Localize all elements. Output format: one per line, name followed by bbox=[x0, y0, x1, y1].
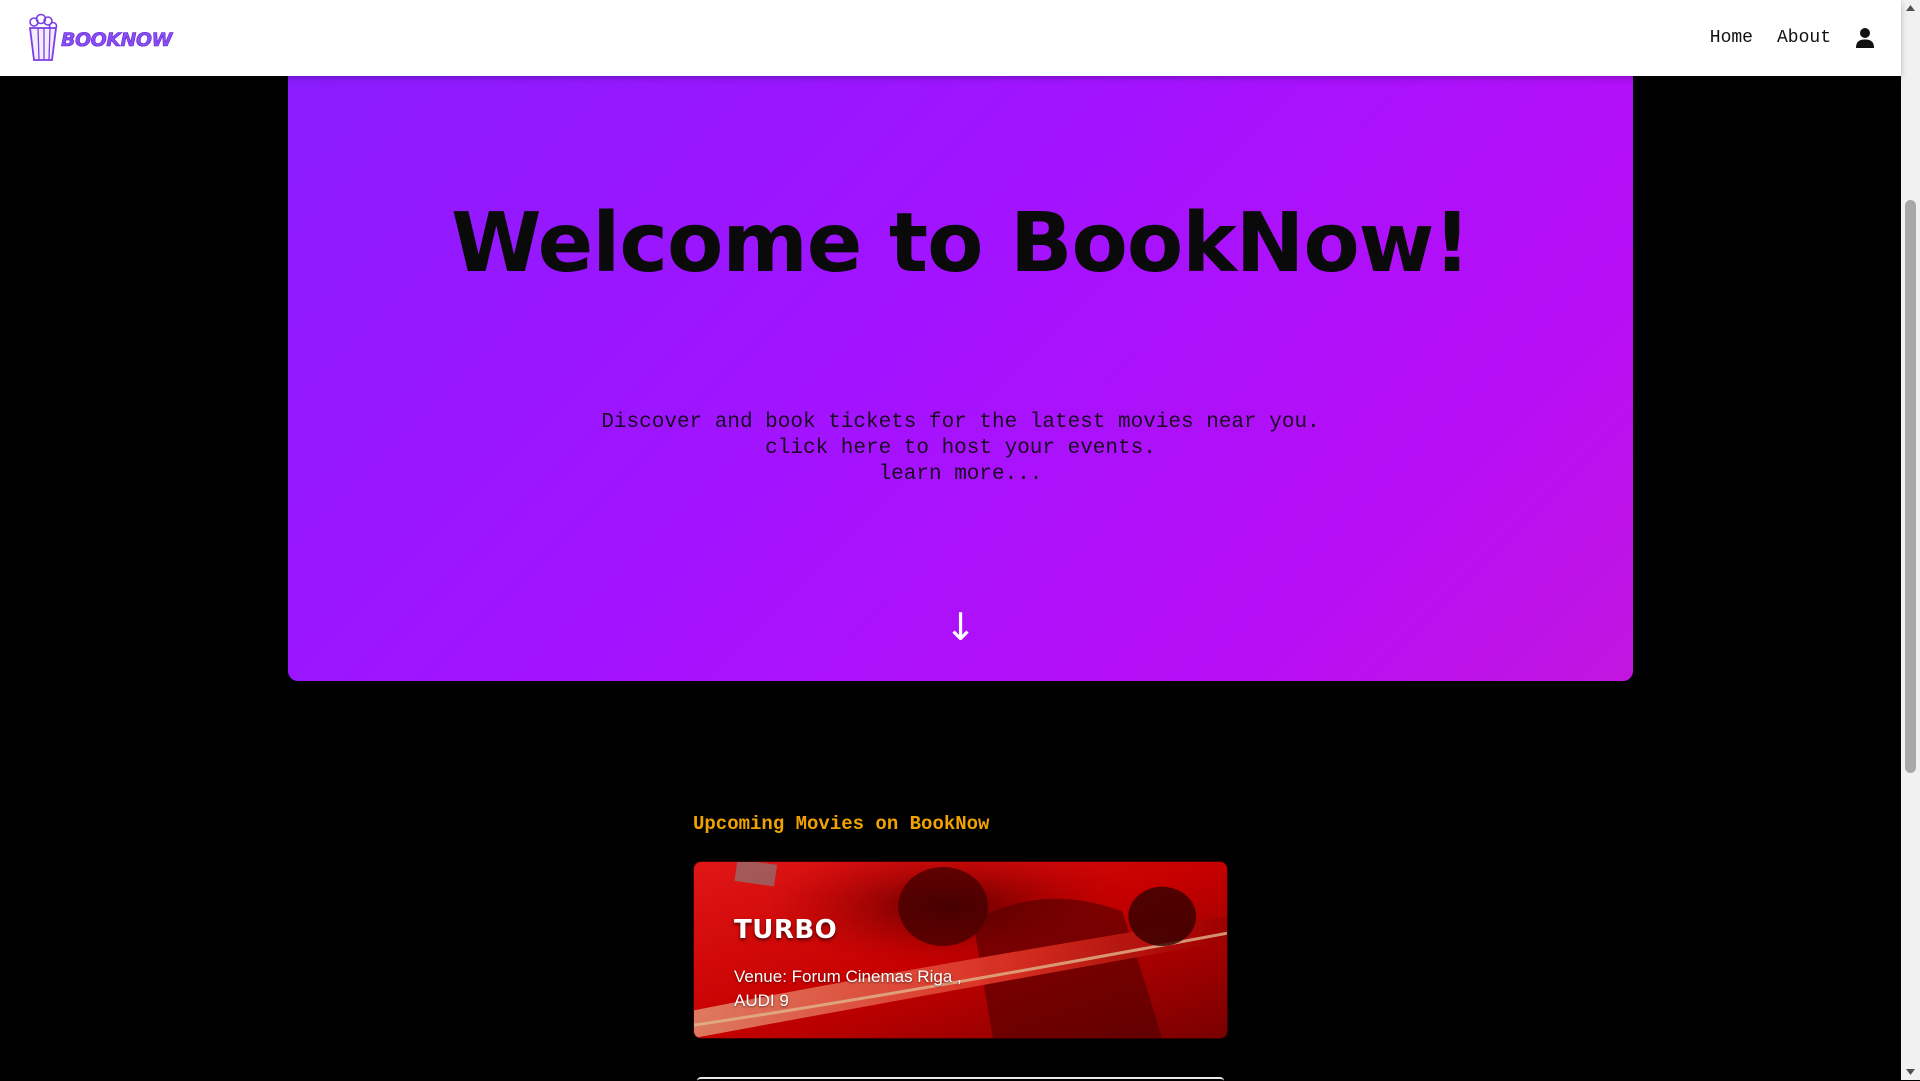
hero-title: Welcome to BookNow! bbox=[451, 196, 1471, 291]
vertical-scrollbar[interactable] bbox=[1901, 0, 1920, 1080]
upcoming-movies-heading: Upcoming Movies on BookNow bbox=[693, 813, 990, 835]
movie-venue: Venue: Forum Cinemas Riga , AUDI 9 bbox=[734, 967, 962, 1010]
movie-card-turbo[interactable]: TURBO Venue: Forum Cinemas Riga , AUDI 9 bbox=[693, 861, 1228, 1039]
user-icon[interactable] bbox=[1855, 27, 1875, 49]
movie-title: TURBO bbox=[734, 915, 838, 945]
learn-more-link[interactable]: learn more... bbox=[288, 462, 1633, 488]
nav-home-link[interactable]: Home bbox=[1710, 28, 1753, 48]
top-navbar: BOOKNOW Home About bbox=[0, 0, 1901, 76]
hero-tagline: Discover and book tickets for the latest… bbox=[601, 411, 1320, 434]
logo-text: BOOKNOW bbox=[61, 29, 173, 52]
scroll-down-arrow-small-icon[interactable] bbox=[1901, 1063, 1920, 1080]
hero-banner: Welcome to BookNow! Discover and book ti… bbox=[288, 76, 1633, 681]
nav-links: Home About bbox=[1686, 27, 1875, 49]
scroll-up-arrow-icon[interactable] bbox=[1901, 0, 1920, 17]
scroll-down-arrow-icon[interactable]: ↓ bbox=[945, 608, 977, 646]
nav-about-link[interactable]: About bbox=[1777, 28, 1831, 48]
popcorn-icon bbox=[28, 13, 58, 61]
booknow-logo[interactable]: BOOKNOW bbox=[26, 13, 173, 63]
next-movie-card-edge[interactable] bbox=[697, 1077, 1224, 1081]
host-events-link[interactable]: click here to host your events. bbox=[288, 436, 1633, 462]
hero-description: Discover and book tickets for the latest… bbox=[288, 410, 1633, 488]
scrollbar-thumb[interactable] bbox=[1905, 200, 1916, 773]
